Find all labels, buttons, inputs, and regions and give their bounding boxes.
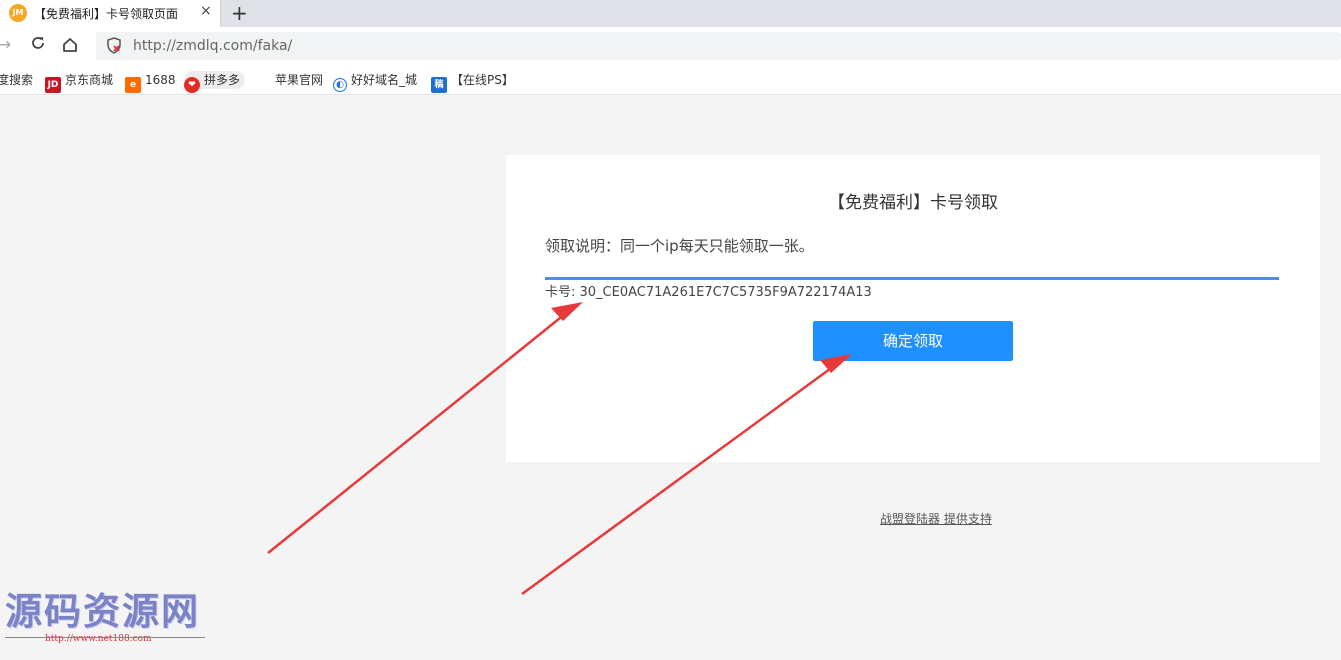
powered-by-link[interactable]: 战盟登陆器 提供支持: [880, 510, 992, 527]
watermark-title: 源码资源网: [5, 589, 200, 633]
bookmarks-bar: 度搜索 JD 京东商城 e 1688 ❤ 拼多多 苹果官网 ◐ 好好域名_城 稿【在线P…: [0, 65, 1341, 95]
pinduoduo-icon: ❤: [184, 77, 200, 93]
bookmark-apple[interactable]: 苹果官网: [255, 71, 323, 89]
bookmark-label: 1688: [145, 73, 176, 87]
bookmark-pinduoduo[interactable]: ❤ 拼多多: [184, 71, 246, 93]
ps-icon: 稿: [431, 77, 447, 93]
1688-icon: e: [125, 77, 141, 93]
card-code-field[interactable]: [545, 268, 1279, 280]
close-tab-icon[interactable]: ×: [200, 3, 212, 19]
navigation-bar: → http://zmdlq.com/faka/: [0, 27, 1341, 65]
bookmark-label: 拼多多: [204, 73, 241, 87]
not-secure-shield-icon[interactable]: [106, 37, 122, 54]
bookmark-jd[interactable]: JD 京东商城: [45, 71, 114, 93]
browser-tab[interactable]: JM 【免费福利】卡号领取页面 ×: [0, 0, 221, 27]
bookmark-label: 好好域名_城: [351, 73, 418, 87]
watermark: 源码资源网 http://www.net188.com: [5, 588, 205, 645]
apple-icon: [255, 71, 271, 87]
tab-title: 【免费福利】卡号领取页面: [34, 7, 179, 21]
site-favicon-icon: JM: [9, 4, 27, 22]
bookmark-1688[interactable]: e 1688: [125, 71, 176, 93]
bookmark-haohao-domain[interactable]: ◐ 好好域名_城: [333, 71, 418, 92]
jd-icon: JD: [45, 77, 61, 93]
claim-notice: 领取说明：同一个ip每天只能领取一张。: [545, 237, 814, 255]
new-tab-icon[interactable]: +: [231, 1, 248, 25]
bookmark-online-ps[interactable]: 稿【在线PS】: [431, 71, 514, 93]
bookmark-label: 度搜索: [0, 73, 34, 87]
page-title: 【免费福利】卡号领取: [828, 193, 998, 213]
home-icon[interactable]: [62, 37, 78, 58]
confirm-claim-button[interactable]: 确定领取: [813, 321, 1013, 361]
domain-icon: ◐: [333, 78, 347, 92]
watermark-divider: [5, 637, 205, 638]
bookmark-label: 苹果官网: [275, 73, 324, 87]
card-code-text: 卡号: 30_CE0AC71A261E7C7C5735F9A722174A13: [545, 285, 872, 300]
claim-card: 【免费福利】卡号领取 领取说明：同一个ip每天只能领取一张。 卡号: 30_CE…: [506, 155, 1320, 462]
address-bar[interactable]: http://zmdlq.com/faka/: [96, 32, 1341, 60]
watermark-url: http://www.net188.com: [45, 634, 152, 644]
url-text: http://zmdlq.com/faka/: [133, 38, 293, 54]
back-arrow-icon[interactable]: →: [0, 35, 11, 55]
bookmark-baidu[interactable]: 度搜索: [0, 71, 33, 89]
reload-icon[interactable]: [30, 35, 46, 56]
tab-bar: JM 【免费福利】卡号领取页面 × +: [0, 0, 1341, 27]
bookmark-label: 京东商城: [65, 73, 114, 87]
bookmark-label: 【在线PS】: [451, 73, 514, 87]
